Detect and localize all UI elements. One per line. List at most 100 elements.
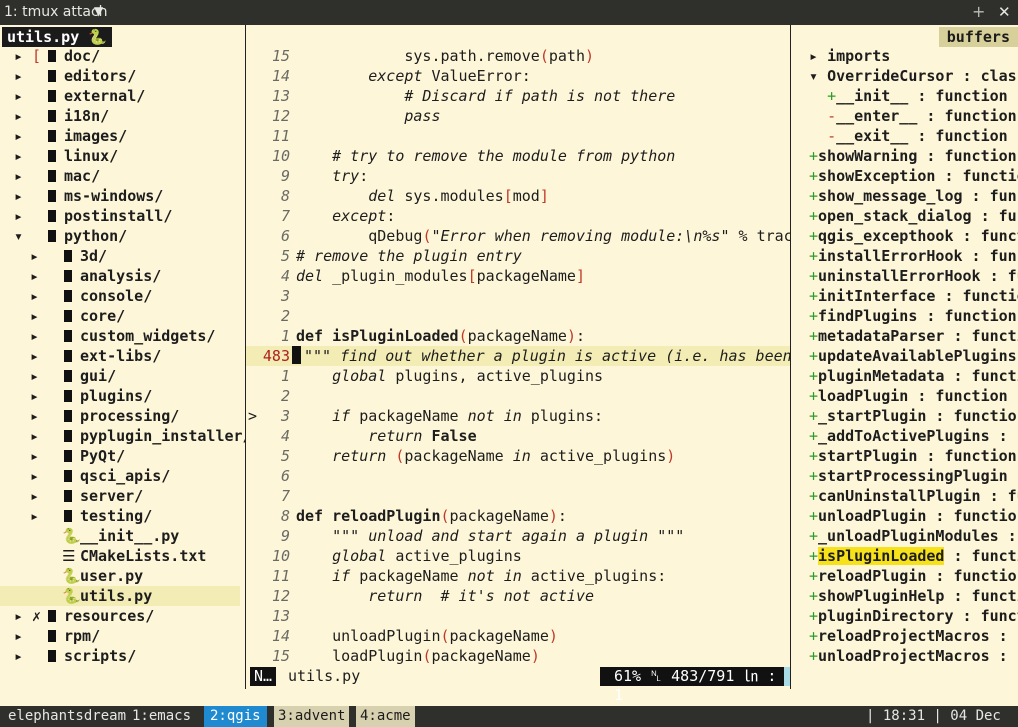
outline-item[interactable]: +_startPlugin : function xyxy=(809,406,1018,426)
folder-tree-item[interactable]: ▸ postinstall/ xyxy=(0,206,240,226)
outline-item[interactable]: +_addToActivePlugins : f xyxy=(809,426,1018,446)
code-line[interactable]: 8 def reloadPlugin(packageName): xyxy=(246,506,790,526)
expand-arrow-icon[interactable]: ▸ xyxy=(14,626,23,646)
expand-arrow-icon[interactable]: ▸ xyxy=(14,166,23,186)
folder-tree-item[interactable]: ▸ PyQt/ xyxy=(0,446,240,466)
file-tree-item[interactable]: 🐍 user.py xyxy=(0,566,240,586)
outline-item[interactable]: +pluginMetadata : functi xyxy=(809,366,1018,386)
outline-item[interactable]: +findPlugins : function xyxy=(809,306,1017,326)
folder-tree-item[interactable]: ▸ ext-libs/ xyxy=(0,346,240,366)
file-tree-item[interactable]: 🐍 __init__.py xyxy=(0,526,240,546)
close-icon[interactable]: ✕ xyxy=(998,3,1011,21)
editor-pane[interactable]: 15 sys.path.remove(path) 14 except ValueE… xyxy=(246,25,790,689)
outline-item[interactable]: +reloadPlugin : function xyxy=(809,566,1018,586)
expand-arrow-icon[interactable]: ▸ xyxy=(14,106,23,126)
code-line[interactable]: 4 del _plugin_modules[packageName] xyxy=(246,266,790,286)
code-line[interactable]: 4 return False xyxy=(246,426,790,446)
tmux-window-tab[interactable]: 1:emacs xyxy=(132,706,191,727)
file-tree-item[interactable]: 🐍 utils.py xyxy=(0,586,240,606)
outline-item[interactable]: +unloadProjectMacros : f xyxy=(809,646,1018,666)
code-line[interactable]: 5 return (packageName in active_plugins) xyxy=(246,446,790,466)
folder-tree-item[interactable]: ▸ scripts/ xyxy=(0,646,240,666)
code-line[interactable]: 7 xyxy=(246,486,790,506)
buffers-tab[interactable]: buffers xyxy=(938,27,1018,47)
folder-tree-item[interactable]: ▸ testing/ xyxy=(0,506,240,526)
code-line[interactable]: 10 global active_plugins xyxy=(246,546,790,566)
code-line[interactable]: 15 sys.path.remove(path) xyxy=(246,46,790,66)
code-line[interactable]: 10 # try to remove the module from pytho… xyxy=(246,146,790,166)
folder-tree-item[interactable]: ▸ editors/ xyxy=(0,66,240,86)
expand-arrow-icon[interactable]: ▸ xyxy=(30,386,39,406)
expand-arrow-icon[interactable]: ▸ xyxy=(30,266,39,286)
outline-item[interactable]: +isPluginLoaded : functi xyxy=(809,546,1018,566)
expand-arrow-icon[interactable]: ▸ xyxy=(14,606,23,626)
expand-arrow-icon[interactable]: ▸ xyxy=(14,86,23,106)
outline-item[interactable]: +open_stack_dialog : fun xyxy=(809,206,1018,226)
folder-tree-item[interactable]: ▸ server/ xyxy=(0,486,240,506)
expand-arrow-icon[interactable]: ▸ xyxy=(14,186,23,206)
outline-item[interactable]: +unloadPlugin : function xyxy=(809,506,1018,526)
folder-tree-item[interactable]: ▸ console/ xyxy=(0,286,240,306)
expand-arrow-icon[interactable]: ▸ xyxy=(14,646,23,666)
code-line[interactable]: 9 try: xyxy=(246,166,790,186)
expand-arrow-icon[interactable]: ▸ xyxy=(30,286,39,306)
code-line[interactable]: 9 """ unload and start again a plugin ""… xyxy=(246,526,790,546)
code-line[interactable]: 6 qDebug("Error when removing module:\n%… xyxy=(246,226,790,246)
code-line[interactable]: 15 loadPlugin(packageName) xyxy=(246,646,790,666)
code-line[interactable]: 11 if packageName not in active_plugins: xyxy=(246,566,790,586)
folder-tree-item[interactable]: ▸ plugins/ xyxy=(0,386,240,406)
folder-tree-item[interactable]: ▸ custom_widgets/ xyxy=(0,326,240,346)
code-line[interactable]: 13 xyxy=(246,606,790,626)
folder-tree-item[interactable]: ▸ rpm/ xyxy=(0,626,240,646)
folder-tree-item[interactable]: ▾ python/ xyxy=(0,226,240,246)
code-line[interactable]: 483 """ find out whether a plugin is acti… xyxy=(246,346,790,366)
code-line[interactable]: 2 xyxy=(246,306,790,326)
code-line[interactable]: 14 unloadPlugin(packageName) xyxy=(246,626,790,646)
expand-arrow-icon[interactable]: ▸ xyxy=(30,326,39,346)
outline-item[interactable]: -__exit__ : function xyxy=(809,126,1008,146)
expand-arrow-icon[interactable]: ▸ xyxy=(30,406,39,426)
outline-item[interactable]: +loadPlugin : function xyxy=(809,386,1008,406)
folder-tree-item[interactable]: ▸ external/ xyxy=(0,86,240,106)
expand-arrow-icon[interactable]: ▸ xyxy=(30,246,39,266)
outline-item[interactable]: +show_message_log : func xyxy=(809,186,1018,206)
expand-arrow-icon[interactable]: ▸ xyxy=(14,126,23,146)
code-line[interactable]: 7 except: xyxy=(246,206,790,226)
chevron-down-icon[interactable]: ▼ xyxy=(94,4,103,18)
tmux-window-tab[interactable]: 3:advent xyxy=(274,706,350,727)
outline-item[interactable]: +initInterface : function xyxy=(809,286,1018,306)
code-line[interactable]: 1 global plugins, active_plugins xyxy=(246,366,790,386)
expand-arrow-icon[interactable]: ▸ xyxy=(30,346,39,366)
outline-item[interactable]: +showPluginHelp : functi xyxy=(809,586,1018,606)
code-line[interactable]: >3 if packageName not in plugins: xyxy=(246,406,790,426)
outline-item[interactable]: -__enter__ : function xyxy=(809,106,1017,126)
tmux-window-tab[interactable]: 2:qgis xyxy=(204,706,267,727)
outline-item[interactable]: +canUninstallPlugin : fu xyxy=(809,486,1018,506)
folder-tree-item[interactable]: ▸ images/ xyxy=(0,126,240,146)
folder-tree-item[interactable]: ▸ linux/ xyxy=(0,146,240,166)
outline-item[interactable]: +qgis_excepthook : funct xyxy=(809,226,1018,246)
outline-item[interactable]: ▸ imports xyxy=(809,46,890,66)
code-line[interactable]: 1 def isPluginLoaded(packageName): xyxy=(246,326,790,346)
code-line[interactable]: 8 del sys.modules[mod] xyxy=(246,186,790,206)
outline-item[interactable]: ▾ OverrideCursor : class xyxy=(809,66,1018,86)
outline-item[interactable]: +startProcessingPlugin : xyxy=(809,466,1018,486)
outline-item[interactable]: +reloadProjectMacros : f xyxy=(809,626,1018,646)
folder-tree-item[interactable]: ▸ qsci_apis/ xyxy=(0,466,240,486)
outline-item[interactable]: +pluginDirectory : funct xyxy=(809,606,1018,626)
folder-tree-item[interactable]: ▸ pyplugin_installer/ xyxy=(0,426,245,446)
code-line[interactable]: 14 except ValueError: xyxy=(246,66,790,86)
code-line[interactable]: 12 pass xyxy=(246,106,790,126)
expand-arrow-icon[interactable]: ▾ xyxy=(14,226,23,246)
expand-arrow-icon[interactable]: ▸ xyxy=(14,66,23,86)
code-line[interactable]: 6 xyxy=(246,466,790,486)
tmux-window-tab[interactable]: 4:acme xyxy=(356,706,415,727)
code-line[interactable]: 3 xyxy=(246,286,790,306)
folder-tree-item[interactable]: ▸ ✗ resources/ xyxy=(0,606,240,626)
expand-arrow-icon[interactable]: ▸ xyxy=(30,426,39,446)
expand-arrow-icon[interactable]: ▸ xyxy=(30,306,39,326)
folder-tree-item[interactable]: ▸ mac/ xyxy=(0,166,240,186)
expand-arrow-icon[interactable]: ▸ xyxy=(30,506,39,526)
outline-item[interactable]: +__init__ : function xyxy=(809,86,1008,106)
folder-tree-item[interactable]: ▸ processing/ xyxy=(0,406,240,426)
